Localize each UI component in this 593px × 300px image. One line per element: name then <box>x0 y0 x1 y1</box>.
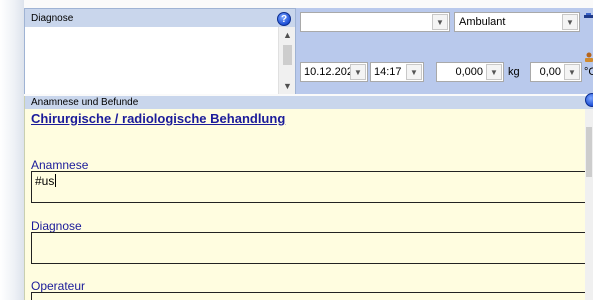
weight-unit: kg <box>508 66 520 78</box>
form-page: Diagnose ? ▲ ▼ ▼ Ambulant ▼ 10.12.2024 <box>0 0 593 300</box>
anamnese-label: Anamnese <box>31 158 89 172</box>
diagnose-panel-title: Diagnose <box>31 12 74 24</box>
chevron-down-icon[interactable]: ▼ <box>350 64 366 80</box>
chevron-down-icon[interactable]: ▼ <box>406 64 422 80</box>
anamnese-befunde-panel: Anamnese und Befunde Chirurgische / radi… <box>24 93 593 300</box>
date-picker[interactable]: 10.12.2024 ▼ <box>300 62 368 82</box>
status-combobox[interactable]: Ambulant ▼ <box>454 12 580 32</box>
diagnose-field[interactable] <box>31 232 587 264</box>
person-icon[interactable] <box>581 52 593 62</box>
blank-combobox[interactable]: ▼ <box>300 12 450 32</box>
chevron-down-icon[interactable]: ▼ <box>486 64 502 80</box>
anamnese-field[interactable]: #us <box>31 171 587 203</box>
chevron-down-icon[interactable]: ▼ <box>432 14 448 30</box>
diagnose-label: Diagnose <box>31 219 82 233</box>
visit-details-area: ▼ Ambulant ▼ 10.12.2024 ▼ 14:17 ▼ 0,000 … <box>296 8 593 94</box>
operateur-label: Operateur <box>31 279 86 293</box>
chevron-down-icon[interactable]: ▼ <box>564 64 580 80</box>
scroll-thumb[interactable] <box>586 127 592 177</box>
sign-icon[interactable] <box>583 12 593 20</box>
temperature-input[interactable]: 0,00 ▼ <box>530 62 582 82</box>
operateur-field[interactable] <box>31 292 587 300</box>
temperature-unit: °C <box>584 66 593 78</box>
help-icon[interactable]: ? <box>277 12 291 26</box>
left-gutter <box>0 0 24 300</box>
diagnose-textarea[interactable] <box>25 27 279 94</box>
diagnose-panel: Diagnose ? ▲ ▼ <box>24 8 296 94</box>
anamnese-panel-title: Anamnese und Befunde <box>31 97 139 108</box>
treatment-heading[interactable]: Chirurgische / radiologische Behandlung <box>31 111 285 126</box>
diagnose-panel-header: Diagnose <box>25 9 295 27</box>
text-caret <box>55 174 57 187</box>
anamnese-panel-header: Anamnese und Befunde <box>25 96 593 109</box>
anamnese-scrollbar[interactable] <box>585 109 593 300</box>
scroll-thumb[interactable] <box>283 45 292 65</box>
help-icon[interactable] <box>585 93 593 107</box>
scroll-down-icon[interactable]: ▼ <box>279 78 296 94</box>
chevron-down-icon[interactable]: ▼ <box>562 14 578 30</box>
time-picker[interactable]: 14:17 ▼ <box>370 62 424 82</box>
weight-input[interactable]: 0,000 ▼ <box>436 62 504 82</box>
scroll-up-icon[interactable]: ▲ <box>279 27 296 43</box>
diagnose-scrollbar[interactable]: ▲ ▼ <box>278 27 295 94</box>
